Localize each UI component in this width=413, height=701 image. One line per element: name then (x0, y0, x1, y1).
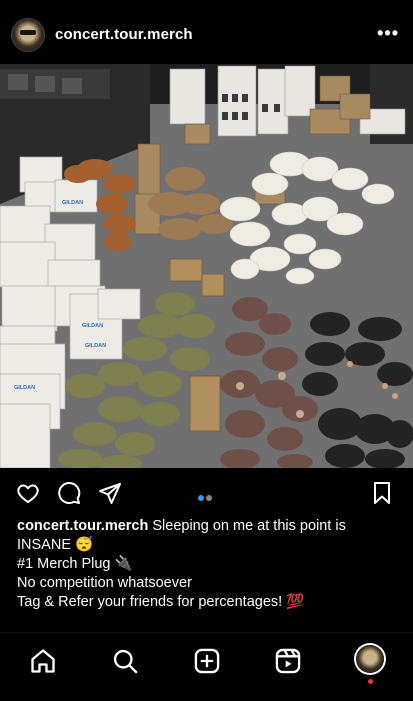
post-header: concert.tour.merch ••• (0, 0, 413, 64)
carousel-dot-active (198, 495, 204, 501)
send-icon[interactable] (98, 481, 122, 505)
post-caption: concert.tour.merch Sleeping on me at thi… (17, 517, 402, 612)
home-icon[interactable] (29, 647, 57, 675)
plus-square-icon[interactable] (193, 647, 221, 675)
post-username[interactable]: concert.tour.merch (55, 26, 193, 43)
profile-avatar[interactable] (12, 19, 44, 51)
carousel-dot (206, 495, 212, 501)
reels-icon[interactable] (274, 647, 302, 675)
caption-line: Sleeping on me at this point is (152, 518, 346, 534)
carousel-indicator (197, 488, 213, 506)
caption-username[interactable]: concert.tour.merch (17, 518, 148, 534)
search-icon[interactable] (111, 647, 139, 675)
bookmark-icon[interactable] (370, 481, 394, 505)
heart-icon[interactable] (16, 481, 40, 505)
box-label: GILDAN (85, 343, 106, 349)
caption-line: INSANE 😴 (17, 537, 94, 553)
box-label: GILDAN (82, 323, 103, 329)
box-label: GILDAN (62, 200, 83, 206)
caption-line: Tag & Refer your friends for percentages… (17, 594, 305, 610)
merch-warehouse-image: GILDAN GILDAN GILDAN GILDAN (0, 64, 413, 468)
more-options-icon[interactable]: ••• (377, 24, 399, 42)
notification-dot (368, 679, 373, 684)
caption-line: #1 Merch Plug 🔌 (17, 556, 133, 572)
post-photo[interactable]: GILDAN GILDAN GILDAN GILDAN (0, 64, 413, 468)
profile-tab-avatar[interactable] (356, 645, 384, 673)
comment-icon[interactable] (57, 481, 81, 505)
bottom-navigation (0, 632, 413, 701)
caption-line: No competition whatsoever (17, 575, 192, 591)
box-label: GILDAN (14, 385, 35, 391)
